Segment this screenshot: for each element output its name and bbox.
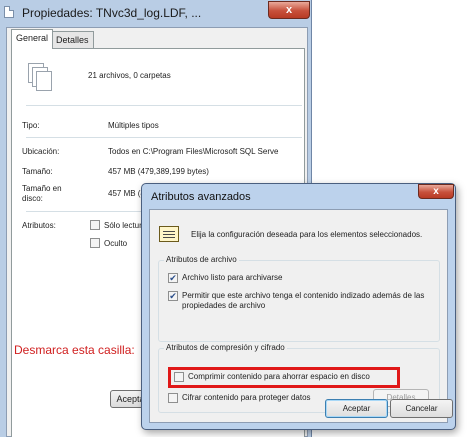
dialog-body: Elija la configuración deseada para los … [149,209,448,423]
dialog-title: Atributos avanzados [151,191,251,203]
dialog-close-button[interactable]: x [418,184,454,199]
multiple-files-icon [28,63,56,93]
property-sheet-icon [159,226,181,244]
size-value: 457 MB (479,389,199 bytes) [108,167,209,176]
archive-checkbox-label: Archivo listo para archivarse [182,273,283,282]
dialog-intro: Elija la configuración deseada para los … [191,230,423,239]
advanced-attributes-dialog: Atributos avanzados x Elija la configura… [141,183,456,430]
compression-title: Atributos de compresión y cifrado [164,343,287,352]
attributes-label: Atributos: [22,221,56,230]
file-icon [4,6,14,18]
properties-close-button[interactable]: x [268,1,310,19]
encrypt-checkbox[interactable] [168,393,178,403]
type-value: Múltiples tipos [108,121,159,130]
readonly-checkbox[interactable] [90,220,100,230]
file-count: 21 archivos, 0 carpetas [88,71,171,80]
encrypt-checkbox-label: Cifrar contenido para proteger datos [182,393,311,402]
index-checkbox[interactable]: ✔ [168,291,178,301]
file-attributes-title: Atributos de archivo [164,255,239,264]
annotation-highlight-box [168,367,400,388]
location-value: Todos en C:\Program Files\Microsoft SQL … [108,147,279,156]
divider [26,137,302,138]
size-label: Tamaño: [22,167,53,176]
dialog-ok-button[interactable]: Aceptar [325,399,388,418]
hidden-checkbox[interactable] [90,238,100,248]
readonly-label: Sólo lectura [104,221,147,230]
index-checkbox-label: Permitir que este archivo tenga el conte… [182,291,425,310]
type-label: Tipo: [22,121,40,130]
properties-title: Propiedades: TNvc3d_log.LDF, ... [22,6,202,20]
archive-checkbox[interactable]: ✔ [168,273,178,283]
properties-titlebar[interactable]: Propiedades: TNvc3d_log.LDF, ... x [0,0,312,24]
hidden-label: Oculto [104,239,128,248]
tab-general[interactable]: General [11,29,54,49]
location-label: Ubicación: [22,147,60,156]
size-on-disk-label: Tamaño en disco: [22,184,62,203]
divider [26,105,302,106]
annotation-text: Desmarca esta casilla: [14,343,135,357]
dialog-cancel-button[interactable]: Cancelar [390,399,453,418]
tab-detalles[interactable]: Detalles [51,31,94,49]
